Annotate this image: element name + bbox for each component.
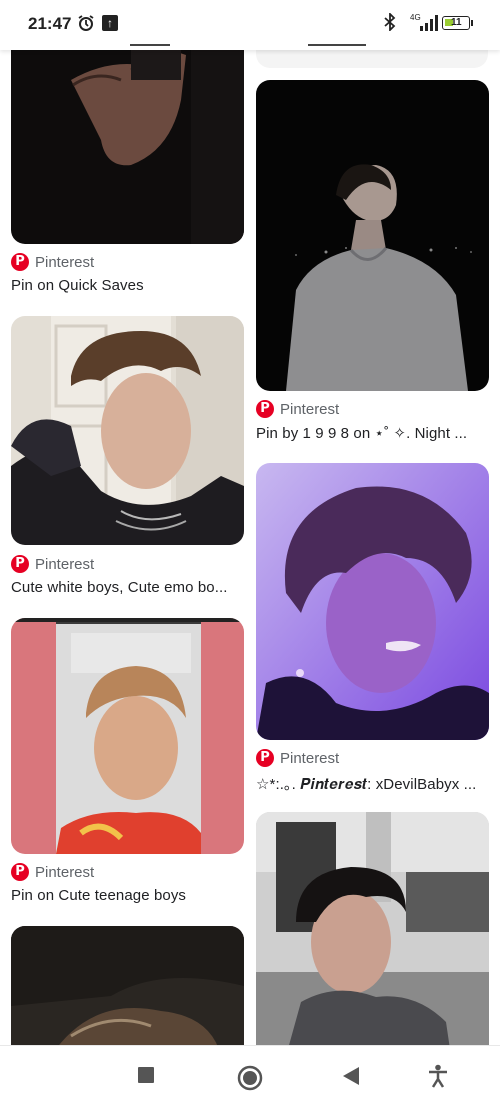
pin-source[interactable]: P Pinterest	[256, 399, 339, 419]
pin-title[interactable]: Pin by 1 9 9 8 on ⋆˚ ✧. Night ...	[256, 424, 488, 442]
system-nav-bar	[0, 1045, 500, 1113]
pin-source[interactable]: P Pinterest	[11, 554, 94, 574]
source-name: Pinterest	[35, 555, 95, 573]
status-bar: 21:47 ↑ 4G 11	[0, 0, 500, 50]
pin-title[interactable]: ☆*:.｡. 𝑷𝒊𝒏𝒕𝒆𝒓𝒆𝒔𝒕: xDevilBabyx ...	[256, 773, 488, 794]
signal-icon	[420, 15, 438, 36]
pin-title[interactable]: Pin on Cute teenage boys	[11, 887, 243, 904]
previous-card-edge[interactable]	[256, 48, 488, 68]
accessibility-icon[interactable]	[427, 1064, 449, 1093]
pin-image[interactable]	[256, 80, 489, 391]
back-button[interactable]	[342, 1066, 360, 1091]
pin-title[interactable]: Pin on Quick Saves	[11, 277, 243, 294]
status-time: 21:47	[28, 14, 72, 33]
prev-row-edge	[308, 34, 366, 46]
source-name: Pinterest	[280, 400, 340, 418]
pin-source[interactable]: P Pinterest	[256, 748, 339, 768]
pinterest-logo-icon: P	[11, 253, 29, 271]
pinterest-logo-icon: P	[11, 555, 29, 573]
pin-image[interactable]	[11, 926, 244, 1056]
pin-image[interactable]	[256, 812, 489, 1056]
pin-image[interactable]	[11, 316, 244, 545]
battery-level: 11	[451, 17, 462, 28]
source-name: Pinterest	[35, 253, 95, 271]
pin-source[interactable]: P Pinterest	[11, 862, 94, 882]
alarm-icon	[77, 14, 95, 37]
prev-row-edge	[130, 34, 170, 46]
pinterest-logo-icon: P	[256, 749, 274, 767]
home-button[interactable]	[237, 1065, 263, 1096]
pin-image[interactable]	[11, 618, 244, 854]
pin-source[interactable]: P Pinterest	[11, 252, 94, 272]
bluetooth-icon	[383, 11, 397, 36]
recents-button[interactable]	[137, 1066, 155, 1089]
upload-icon: ↑	[102, 15, 118, 31]
pin-image[interactable]	[256, 463, 489, 740]
source-name: Pinterest	[280, 749, 340, 767]
pinterest-logo-icon: P	[11, 863, 29, 881]
pin-image[interactable]	[11, 40, 244, 244]
pinterest-logo-icon: P	[256, 400, 274, 418]
pin-title[interactable]: Cute white boys, Cute emo bo...	[11, 579, 243, 596]
source-name: Pinterest	[35, 863, 95, 881]
battery-icon: 11	[442, 16, 473, 30]
